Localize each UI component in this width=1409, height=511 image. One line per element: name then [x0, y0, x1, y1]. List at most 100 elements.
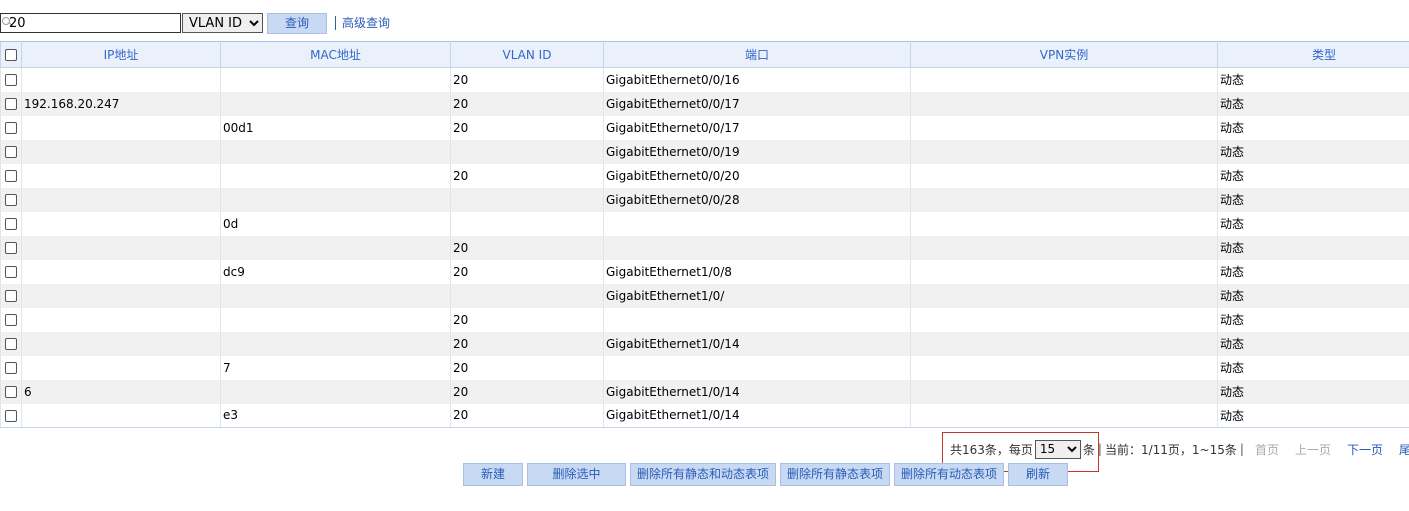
- table-row[interactable]: 0d 动态: [0, 211, 1409, 236]
- cell-ip: [21, 139, 221, 164]
- table-row[interactable]: 20 GigabitEthernet0/0/16 动态: [0, 67, 1409, 92]
- row-checkbox[interactable]: [5, 266, 17, 278]
- delete-static-button[interactable]: 删除所有静态表项: [780, 463, 890, 486]
- table-row[interactable]: 6 20 GigabitEthernet1/0/14 动态: [0, 379, 1409, 404]
- cell-type: 动态: [1217, 91, 1409, 116]
- cell-port: GigabitEthernet0/0/16: [603, 67, 911, 92]
- cell-vlan: 20: [450, 331, 604, 356]
- advanced-query-link[interactable]: 高级查询: [335, 16, 390, 30]
- row-checkbox[interactable]: [5, 362, 17, 374]
- cell-ip: [21, 403, 221, 428]
- pager-first[interactable]: 首页: [1255, 441, 1279, 458]
- cell-type: 动态: [1217, 163, 1409, 188]
- row-checkbox[interactable]: [5, 386, 17, 398]
- search-bar: VLAN ID 查询 高级查询: [0, 12, 390, 34]
- action-bar: 新建 删除选中 删除所有静态和动态表项 删除所有静态表项 删除所有动态表项 刷新: [463, 463, 1072, 486]
- row-checkbox[interactable]: [5, 98, 17, 110]
- table-row[interactable]: GigabitEthernet0/0/28 动态: [0, 187, 1409, 212]
- cell-vpn: [910, 355, 1218, 380]
- per-page-select[interactable]: 15: [1034, 439, 1081, 459]
- pager-last[interactable]: 尾页: [1399, 441, 1409, 458]
- row-select-cell: [0, 307, 22, 332]
- cell-mac: 0d: [220, 211, 451, 236]
- row-select-cell: [0, 67, 22, 92]
- row-checkbox[interactable]: [5, 242, 17, 254]
- cell-ip: [21, 115, 221, 140]
- row-select-cell: [0, 235, 22, 260]
- cell-mac: [220, 283, 451, 308]
- search-box[interactable]: [0, 13, 181, 33]
- delete-selected-button[interactable]: 删除选中: [527, 463, 626, 486]
- row-checkbox[interactable]: [5, 122, 17, 134]
- cell-vlan: 20: [450, 403, 604, 428]
- row-select-cell: [0, 187, 22, 212]
- cell-type: 动态: [1217, 235, 1409, 260]
- search-field-select[interactable]: VLAN ID: [182, 13, 263, 33]
- cell-mac: [220, 379, 451, 404]
- arp-table-container: IP地址 MAC地址 VLAN ID 端口 VPN实例 类型 20 Gigabit…: [0, 41, 1409, 428]
- cell-ip: 6: [21, 379, 221, 404]
- row-checkbox[interactable]: [5, 218, 17, 230]
- table-row[interactable]: 20 GigabitEthernet0/0/20 动态: [0, 163, 1409, 188]
- cell-type: 动态: [1217, 379, 1409, 404]
- table-row[interactable]: 00d1 20 GigabitEthernet0/0/17 动态: [0, 115, 1409, 140]
- row-checkbox[interactable]: [5, 409, 17, 422]
- pager-prev[interactable]: 上一页: [1295, 441, 1331, 458]
- cell-port: GigabitEthernet0/0/19: [603, 139, 911, 164]
- cell-ip: [21, 67, 221, 92]
- header-port[interactable]: 端口: [603, 41, 911, 68]
- refresh-button[interactable]: 刷新: [1008, 463, 1068, 486]
- cell-mac: 00d1: [220, 115, 451, 140]
- cell-vpn: [910, 139, 1218, 164]
- row-select-cell: [0, 403, 22, 428]
- cell-mac: e3: [220, 403, 451, 428]
- row-checkbox[interactable]: [5, 146, 17, 158]
- table-row[interactable]: 192.168.20.247 20 GigabitEthernet0/0/17 动态: [0, 91, 1409, 116]
- select-all-checkbox[interactable]: [5, 49, 17, 61]
- row-checkbox[interactable]: [5, 74, 17, 87]
- table-row[interactable]: GigabitEthernet1/0/动态: [0, 283, 1409, 308]
- table-row[interactable]: 20 动态: [0, 307, 1409, 332]
- header-ip[interactable]: IP地址: [21, 41, 221, 68]
- row-checkbox[interactable]: [5, 194, 17, 206]
- table-row[interactable]: 7 20 动态: [0, 355, 1409, 380]
- cell-ip: [21, 283, 221, 308]
- cell-port: [603, 355, 911, 380]
- cell-port: GigabitEthernet1/0/14: [603, 379, 911, 404]
- pager-total: 共163条，每页: [950, 442, 1033, 457]
- cell-mac: [220, 187, 451, 212]
- header-vlan[interactable]: VLAN ID: [450, 41, 604, 68]
- header-mac[interactable]: MAC地址: [220, 41, 451, 68]
- cell-type: 动态: [1217, 115, 1409, 140]
- row-checkbox[interactable]: [5, 290, 17, 302]
- row-checkbox[interactable]: [5, 314, 17, 326]
- pager-separator: |: [1239, 442, 1244, 456]
- new-button[interactable]: 新建: [463, 463, 523, 486]
- row-select-cell: [0, 163, 22, 188]
- table-row[interactable]: e3 20 GigabitEthernet1/0/14 动态: [0, 403, 1409, 428]
- search-input[interactable]: [9, 14, 179, 32]
- arp-table: IP地址 MAC地址 VLAN ID 端口 VPN实例 类型 20 Gigabit…: [0, 41, 1409, 428]
- cell-vpn: [910, 307, 1218, 332]
- cell-mac: [220, 139, 451, 164]
- delete-dynamic-button[interactable]: 删除所有动态表项: [894, 463, 1004, 486]
- row-select-cell: [0, 259, 22, 284]
- table-row[interactable]: 20 GigabitEthernet1/0/14 动态: [0, 331, 1409, 356]
- cell-vlan: 20: [450, 163, 604, 188]
- table-row[interactable]: dc9 20 GigabitEthernet1/0/8 动态: [0, 259, 1409, 284]
- cell-mac: [220, 163, 451, 188]
- row-checkbox[interactable]: [5, 170, 17, 182]
- cell-port: [603, 235, 911, 260]
- cell-type: 动态: [1217, 307, 1409, 332]
- table-row[interactable]: 20 动态: [0, 235, 1409, 260]
- delete-all-button[interactable]: 删除所有静态和动态表项: [630, 463, 776, 486]
- header-vpn[interactable]: VPN实例: [910, 41, 1218, 68]
- cell-vlan: 20: [450, 259, 604, 284]
- pager-next[interactable]: 下一页: [1347, 441, 1383, 458]
- cell-mac: [220, 331, 451, 356]
- query-button[interactable]: 查询: [267, 12, 327, 34]
- row-checkbox[interactable]: [5, 338, 17, 350]
- cell-vlan: 20: [450, 67, 604, 92]
- header-type[interactable]: 类型: [1217, 41, 1409, 68]
- table-row[interactable]: GigabitEthernet0/0/19 动态: [0, 139, 1409, 164]
